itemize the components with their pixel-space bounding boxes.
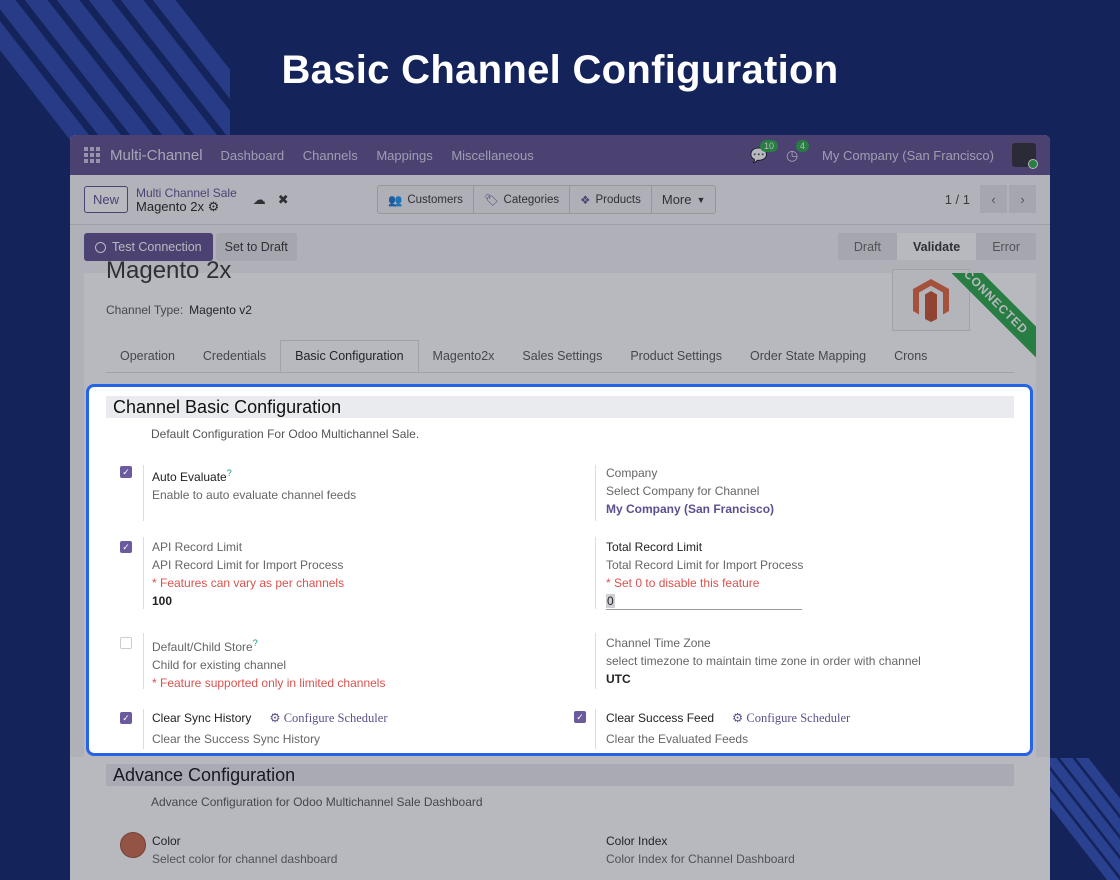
total-limit-input[interactable]: 0	[606, 592, 802, 610]
time-zone-help: select timezone to maintain time zone in…	[606, 654, 921, 668]
decor-stripes-bottom-right	[1050, 758, 1120, 880]
total-limit-help: Total Record Limit for Import Process	[606, 558, 804, 572]
total-limit-note: * Set 0 to disable this feature	[606, 576, 760, 590]
total-record-limit-field: Total Record Limit Total Record Limit fo…	[606, 538, 803, 610]
child-store-label: Default/Child Store	[152, 640, 253, 654]
basic-config-panel: Channel Basic Configuration Default Conf…	[86, 384, 1033, 756]
divider	[143, 709, 144, 749]
api-record-limit-checkbox[interactable]: ✓	[120, 541, 132, 553]
advance-dim-overlay	[70, 757, 1050, 880]
hero-title: Basic Channel Configuration	[281, 48, 839, 92]
time-zone-value[interactable]: UTC	[606, 670, 921, 688]
divider	[595, 537, 596, 609]
clear-feed-label: Clear Success Feed	[606, 711, 715, 725]
child-store-help: Child for existing channel	[152, 658, 287, 672]
total-limit-label: Total Record Limit	[606, 540, 703, 554]
total-limit-value: 0	[606, 594, 615, 608]
clear-sync-field: Clear Sync History ⚙ Configure Scheduler …	[152, 709, 388, 748]
divider	[143, 465, 144, 521]
auto-evaluate-help: Enable to auto evaluate channel feeds	[152, 488, 357, 502]
auto-evaluate-field: Auto Evaluate? Enable to auto evaluate c…	[152, 464, 356, 504]
clear-sync-checkbox[interactable]: ✓	[120, 712, 132, 724]
divider	[595, 633, 596, 689]
divider	[143, 537, 144, 609]
api-limit-help: API Record Limit for Import Process	[152, 558, 344, 572]
clear-sync-label: Clear Sync History	[152, 711, 252, 725]
basic-heading: Channel Basic Configuration	[106, 396, 1014, 418]
company-value-link[interactable]: My Company (San Francisco)	[606, 500, 774, 518]
divider	[595, 709, 596, 749]
help-question-icon[interactable]: ?	[253, 638, 258, 648]
scheduler-label: Configure Scheduler	[746, 711, 851, 725]
divider	[143, 633, 144, 689]
basic-description: Default Configuration For Odoo Multichan…	[151, 427, 420, 441]
api-limit-label: API Record Limit	[152, 540, 243, 554]
divider	[595, 465, 596, 521]
child-store-checkbox[interactable]	[120, 637, 132, 649]
company-help: Select Company for Channel	[606, 484, 760, 498]
configure-scheduler-link[interactable]: ⚙ Configure Scheduler	[269, 711, 387, 725]
scheduler-label: Configure Scheduler	[283, 711, 388, 725]
auto-evaluate-checkbox[interactable]: ✓	[120, 466, 132, 478]
auto-evaluate-label: Auto Evaluate	[152, 470, 227, 484]
clear-feed-checkbox[interactable]: ✓	[574, 711, 586, 723]
company-label: Company	[606, 466, 658, 480]
company-field: Company Select Company for Channel My Co…	[606, 464, 774, 518]
api-limit-value[interactable]: 100	[152, 592, 344, 610]
api-limit-note: * Features can vary as per channels	[152, 576, 345, 590]
configure-scheduler-link[interactable]: ⚙ Configure Scheduler	[732, 711, 850, 725]
clear-feed-field: Clear Success Feed ⚙ Configure Scheduler …	[606, 709, 850, 748]
time-zone-label: Channel Time Zone	[606, 636, 711, 650]
child-store-note: * Feature supported only in limited chan…	[152, 676, 386, 690]
child-store-field: Default/Child Store? Child for existing …	[152, 634, 385, 692]
help-question-icon[interactable]: ?	[227, 468, 232, 478]
time-zone-field: Channel Time Zone select timezone to mai…	[606, 634, 921, 688]
api-record-limit-field: API Record Limit API Record Limit for Im…	[152, 538, 344, 610]
clear-feed-help: Clear the Evaluated Feeds	[606, 732, 749, 746]
clear-sync-help: Clear the Success Sync History	[152, 732, 321, 746]
